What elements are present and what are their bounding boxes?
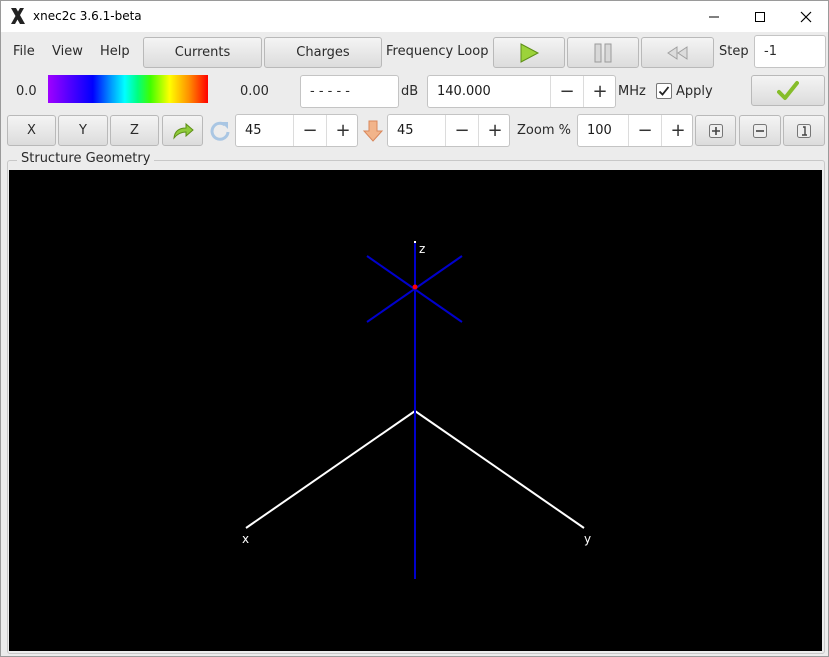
charges-button[interactable]: Charges — [264, 37, 382, 68]
view-z-button[interactable]: Z — [110, 115, 159, 146]
frequency-value[interactable]: 140.000 — [437, 84, 491, 99]
apply-button[interactable] — [751, 75, 825, 106]
rewind-icon — [666, 45, 687, 60]
db-display: - - - - - — [300, 75, 399, 108]
rotate-increment[interactable]: + — [326, 115, 359, 146]
zoom-label: Zoom % — [517, 123, 571, 138]
maximize-icon — [755, 11, 765, 22]
axis-label-y: y — [584, 532, 591, 546]
zoom-increment[interactable]: + — [661, 115, 694, 146]
axis-label-x: x — [242, 532, 249, 546]
step-input[interactable]: -1 — [754, 35, 826, 68]
rotate-decrement[interactable]: − — [293, 115, 326, 146]
tilt-increment[interactable]: + — [478, 115, 511, 146]
tilt-decrement[interactable]: − — [445, 115, 478, 146]
view-y-button[interactable]: Y — [58, 115, 108, 146]
tilt-value[interactable]: 45 — [397, 123, 414, 138]
zoom-spinner[interactable]: 100 − + — [577, 114, 693, 147]
play-button[interactable] — [493, 37, 565, 68]
pause-icon — [594, 43, 612, 62]
x-axis-line — [245, 410, 416, 529]
apply-checkbox[interactable] — [656, 83, 672, 99]
pause-button[interactable] — [567, 37, 639, 68]
structure-geometry-canvas[interactable]: x y z — [9, 170, 822, 651]
menu-file[interactable]: File — [13, 44, 35, 59]
y-axis-line — [414, 410, 585, 529]
zoom-reset-icon — [797, 123, 811, 138]
scale-min-label: 0.0 — [16, 84, 37, 99]
x-logo-icon — [11, 8, 25, 24]
zoom-out-icon — [753, 123, 767, 138]
maximize-button[interactable] — [737, 1, 783, 32]
redo-button[interactable] — [162, 115, 203, 146]
minimize-icon — [709, 16, 719, 17]
checkmark-icon — [777, 80, 799, 100]
redo-arrow-icon — [172, 122, 194, 140]
rotate-value[interactable]: 45 — [245, 123, 262, 138]
color-scale-bar — [48, 75, 208, 103]
apply-label: Apply — [676, 84, 713, 99]
structure-geometry-title: Structure Geometry — [17, 151, 155, 166]
axis-label-z: z — [419, 242, 425, 256]
step-label: Step — [719, 44, 749, 59]
check-mark-icon — [658, 86, 670, 96]
menu-help[interactable]: Help — [100, 44, 130, 59]
rotate-spinner[interactable]: 45 − + — [235, 114, 358, 147]
tilt-spinner[interactable]: 45 − + — [387, 114, 510, 147]
zoom-in-icon — [708, 123, 723, 138]
db-unit-label: dB — [401, 84, 419, 99]
menu-view[interactable]: View — [52, 44, 83, 59]
zoom-out-button[interactable] — [739, 115, 781, 146]
tilt-icon — [362, 120, 384, 142]
window-title: xnec2c 3.6.1-beta — [33, 9, 142, 23]
zoom-decrement[interactable]: − — [628, 115, 661, 146]
rewind-button[interactable] — [641, 37, 714, 68]
rotate-icon — [210, 121, 230, 141]
close-icon — [800, 11, 812, 22]
frequency-spinner[interactable]: 140.000 − + — [427, 75, 616, 108]
zoom-value[interactable]: 100 — [587, 123, 612, 138]
minimize-button[interactable] — [691, 1, 737, 32]
title-bar: xnec2c 3.6.1-beta — [1, 1, 828, 32]
play-icon — [520, 42, 540, 63]
view-x-button[interactable]: X — [7, 115, 56, 146]
currents-button[interactable]: Currents — [143, 37, 262, 68]
geometry-drawing: x y z — [242, 241, 591, 579]
frequency-decrement[interactable]: − — [550, 76, 583, 107]
mhz-unit-label: MHz — [618, 84, 646, 99]
feed-point — [412, 284, 418, 290]
app-window: xnec2c 3.6.1-beta File View Help Current… — [0, 0, 829, 657]
frequency-loop-label: Frequency Loop — [386, 44, 489, 59]
scale-max-label: 0.00 — [240, 84, 269, 99]
close-button[interactable] — [783, 1, 829, 32]
zoom-in-button[interactable] — [695, 115, 736, 146]
frequency-increment[interactable]: + — [583, 76, 616, 107]
zoom-reset-button[interactable] — [783, 115, 825, 146]
